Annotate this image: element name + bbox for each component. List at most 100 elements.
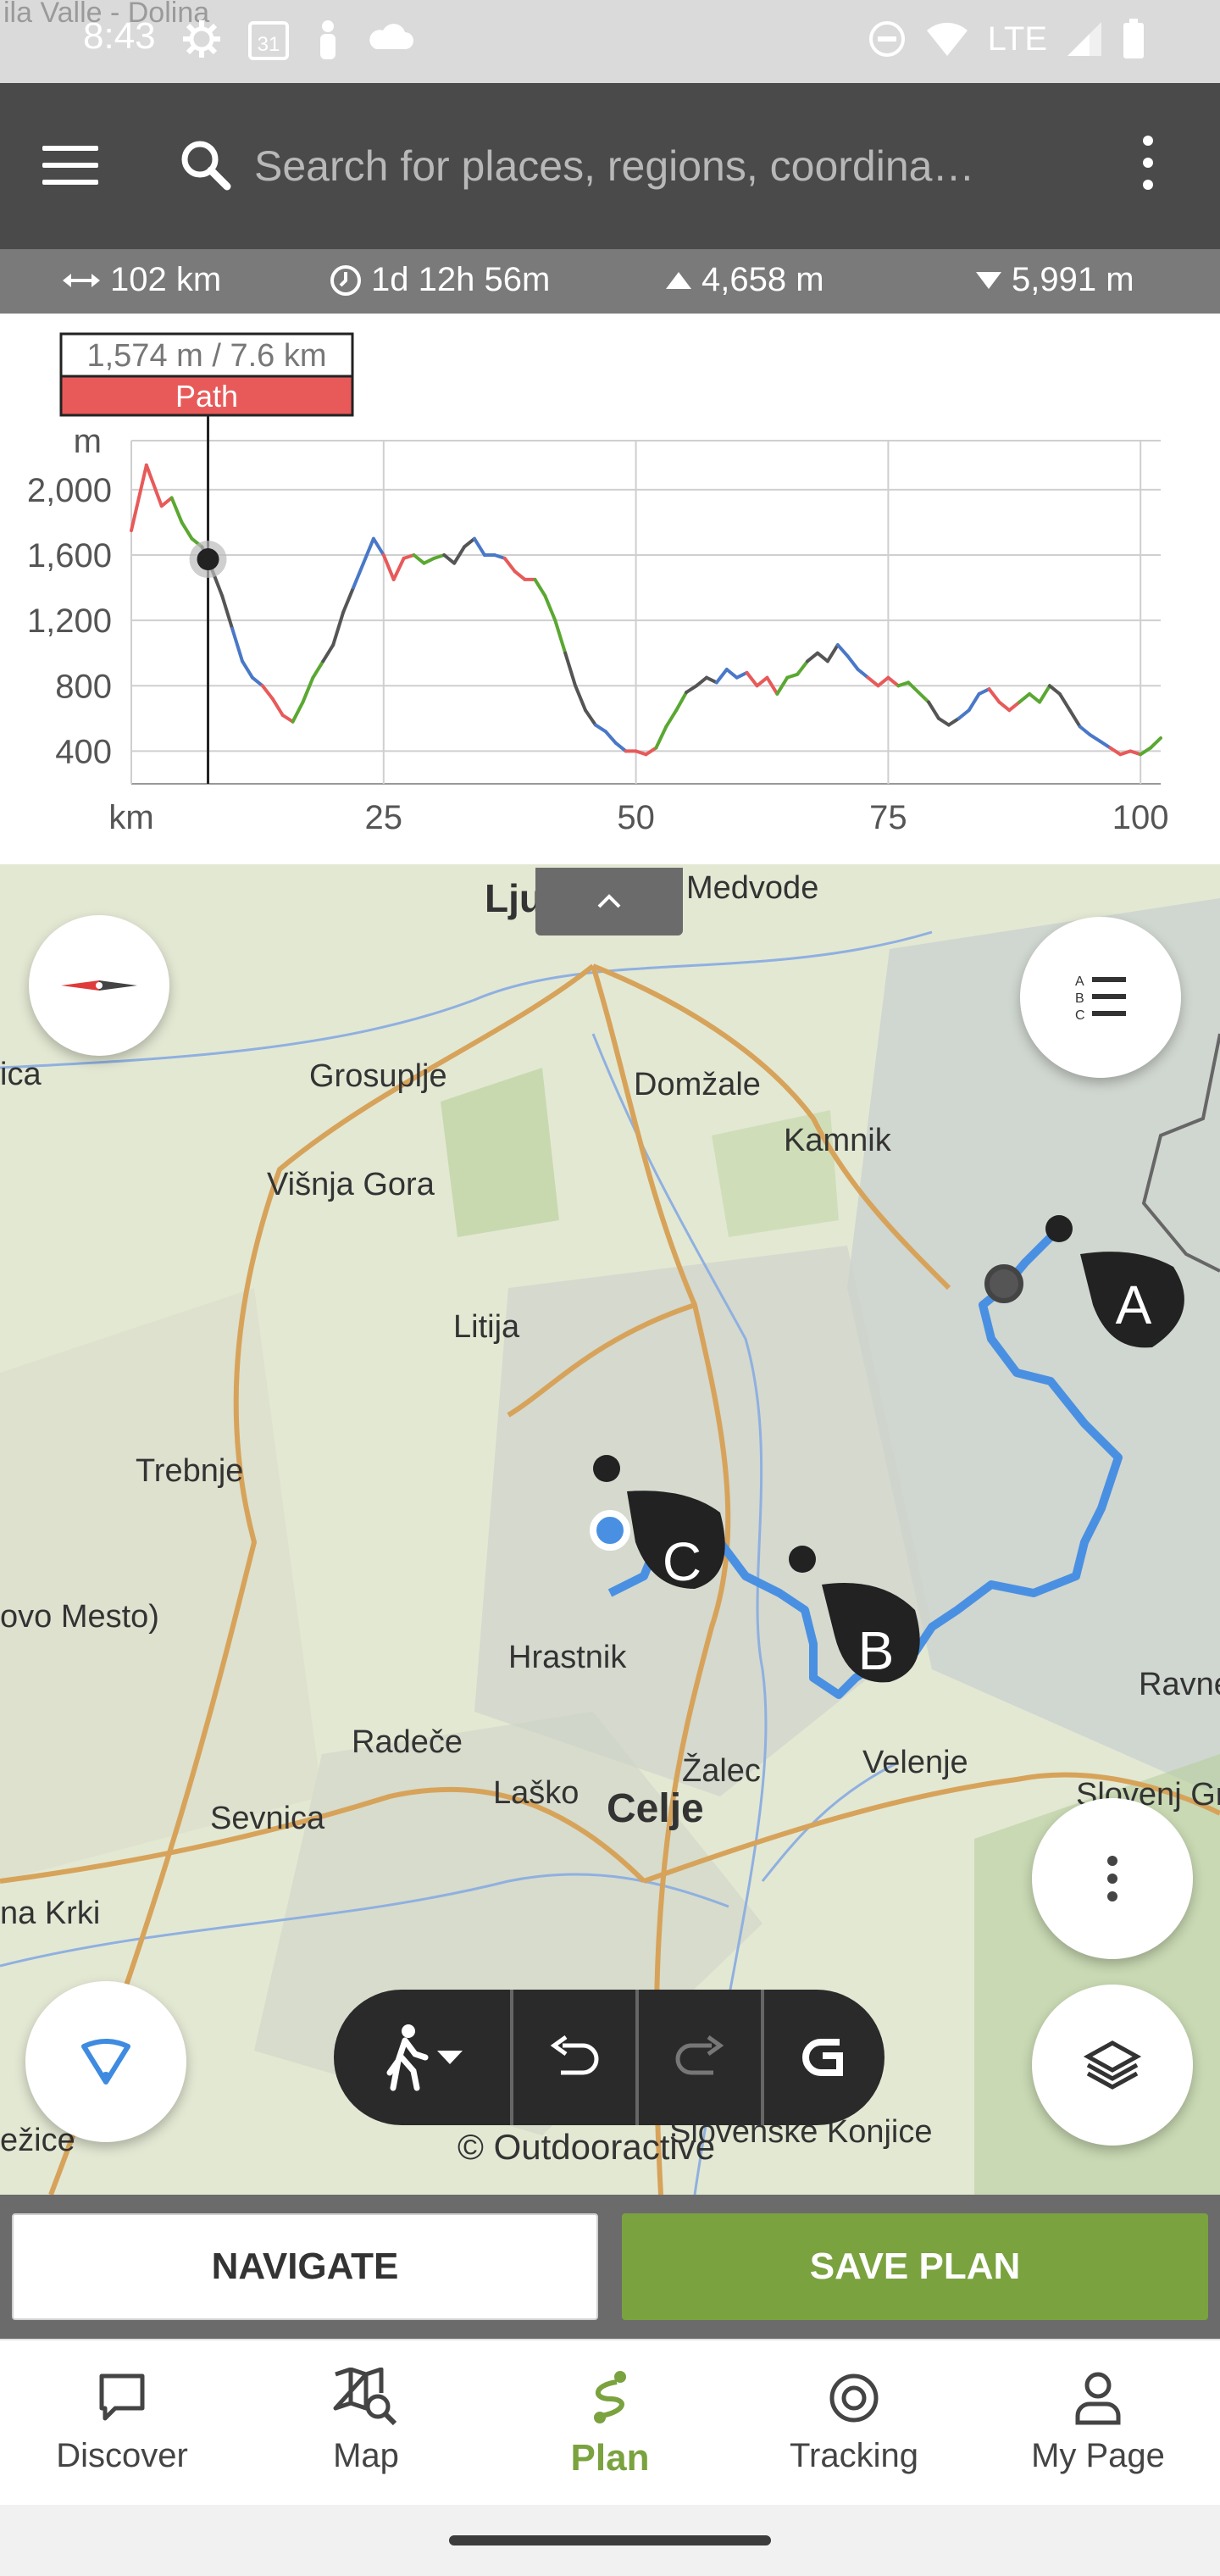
elevation-segment <box>674 691 689 713</box>
hamburger-menu-button[interactable] <box>42 146 98 185</box>
layers-icon <box>1083 2040 1142 2090</box>
descent-value: 5,991 m <box>1012 261 1134 298</box>
elevation-segment <box>463 536 476 549</box>
x-tick-label: 100 <box>1112 799 1169 836</box>
elevation-segment <box>412 553 426 565</box>
elevation-line <box>130 463 1162 757</box>
map-more-options-button[interactable] <box>1032 1798 1193 1959</box>
elevation-segment <box>987 687 1001 704</box>
navigate-button[interactable]: NAVIGATE <box>12 2213 598 2320</box>
collapse-profile-handle[interactable] <box>535 868 683 935</box>
route-end-point[interactable] <box>590 1510 630 1551</box>
place-label: Domžale <box>634 1067 761 1102</box>
route-plan-icon <box>594 2371 626 2423</box>
search-icon[interactable] <box>178 137 232 192</box>
elevation-segment <box>886 675 901 688</box>
elevation-segment <box>876 675 890 688</box>
calendar-day: 31 <box>258 33 280 56</box>
waypoint-list-button[interactable]: ABC <box>1020 917 1181 1078</box>
elevation-segment <box>856 668 870 680</box>
elevation-segment <box>442 553 457 565</box>
elevation-chart[interactable]: m 2,000 1,600 1,200 800 400 km 25 50 75 100 1,5… <box>0 314 1220 864</box>
place-label: Celje <box>607 1786 704 1831</box>
route-start-point[interactable] <box>984 1264 1023 1303</box>
elevation-segment <box>280 713 295 724</box>
elevation-segment <box>301 675 315 704</box>
place-label: Medvode <box>686 870 818 906</box>
redo-button[interactable] <box>639 1990 764 2125</box>
route-edit-toolbar <box>334 1990 884 2125</box>
overflow-menu-button[interactable] <box>1135 136 1161 197</box>
nav-my-page[interactable]: My Page <box>976 2340 1220 2507</box>
compass-button[interactable] <box>29 915 169 1056</box>
elevation-segment <box>846 654 860 671</box>
calendar-icon: 31 <box>248 21 289 60</box>
place-label: ovo Mesto) <box>0 1599 159 1635</box>
ascent-value: 4,658 m <box>702 261 824 298</box>
status-icons-right: LTE <box>868 19 1145 59</box>
chart-grid <box>130 440 1161 785</box>
elevation-segment <box>371 536 385 557</box>
elevation-segment <box>967 691 981 713</box>
undo-button[interactable] <box>513 1990 639 2125</box>
elevation-segment <box>241 659 254 680</box>
duration-value: 1d 12h 56m <box>371 261 551 298</box>
place-label: Kamnik <box>784 1123 892 1158</box>
save-plan-button[interactable]: SAVE PLAN <box>622 2213 1208 2320</box>
elevation-segment <box>553 619 568 655</box>
elevation-segment <box>1028 691 1042 704</box>
ascent-stat: 4,658 m <box>664 261 824 299</box>
elevation-segment <box>180 520 194 541</box>
nav-map[interactable]: Map <box>244 2340 488 2507</box>
nav-label: Map <box>333 2437 399 2474</box>
cloud-icon <box>369 24 413 49</box>
elevation-profile[interactable]: m 2,000 1,600 1,200 800 400 km 25 50 75 100 1,5… <box>0 314 1220 864</box>
elevation-segment <box>473 536 486 557</box>
elevation-segment <box>331 610 346 647</box>
activity-type-selector[interactable] <box>334 1990 513 2125</box>
nav-label: My Page <box>1031 2437 1165 2474</box>
route-stats-bar: 102 km 1d 12h 56m 4,658 m 5,991 m <box>0 249 1220 314</box>
map-layers-button[interactable] <box>1032 1985 1193 2146</box>
map-copyright: © Outdooractive <box>458 2127 716 2167</box>
nav-label: Discover <box>56 2437 188 2474</box>
vertical-dots-icon <box>1107 1856 1117 1901</box>
elevation-segment <box>311 659 325 680</box>
elevation-segment <box>352 561 365 590</box>
x-tick-label: 25 <box>365 799 403 836</box>
place-label: Trebnje <box>136 1453 243 1489</box>
distance-value: 102 km <box>110 261 222 298</box>
place-label: Hrastnik <box>508 1640 627 1675</box>
elevation-segment <box>574 684 588 713</box>
place-label: na Krki <box>0 1896 100 1931</box>
elevation-segment <box>533 577 547 598</box>
status-time: 8:43 <box>83 15 156 57</box>
elevation-segment <box>381 553 396 581</box>
position-marker[interactable] <box>197 548 219 571</box>
y-tick-label: 2,000 <box>27 472 112 509</box>
elevation-segment <box>816 651 829 663</box>
place-label: ica <box>0 1057 42 1092</box>
x-tick-labels: 25 50 75 100 <box>365 799 1169 836</box>
location-button[interactable] <box>25 1981 186 2142</box>
elevation-segment <box>391 556 406 581</box>
elevation-segment <box>1068 708 1082 729</box>
y-tick-label: 800 <box>55 668 112 705</box>
nav-discover[interactable]: Discover <box>0 2340 244 2507</box>
map-view[interactable]: A B C Medvode Ljubljana Grosuplje Domžal… <box>0 864 1220 2195</box>
elevation-segment <box>806 651 819 663</box>
home-gesture-pill[interactable] <box>449 2535 771 2545</box>
elevation-segment <box>755 675 769 688</box>
elevation-segment <box>563 651 578 688</box>
place-label: Litija <box>453 1309 520 1345</box>
nav-plan[interactable]: Plan <box>488 2340 732 2507</box>
nav-tracking[interactable]: Tracking <box>732 2340 976 2507</box>
target-icon <box>829 2373 879 2423</box>
chat-bubble-icon <box>99 2373 145 2421</box>
person-outline-icon <box>1075 2372 1121 2425</box>
elevation-segment <box>361 536 375 565</box>
tooltip-value: 1,574 m / 7.6 km <box>86 338 326 374</box>
elevation-segment <box>584 708 597 727</box>
elevation-segment <box>543 594 557 623</box>
search-input[interactable] <box>254 134 1068 198</box>
